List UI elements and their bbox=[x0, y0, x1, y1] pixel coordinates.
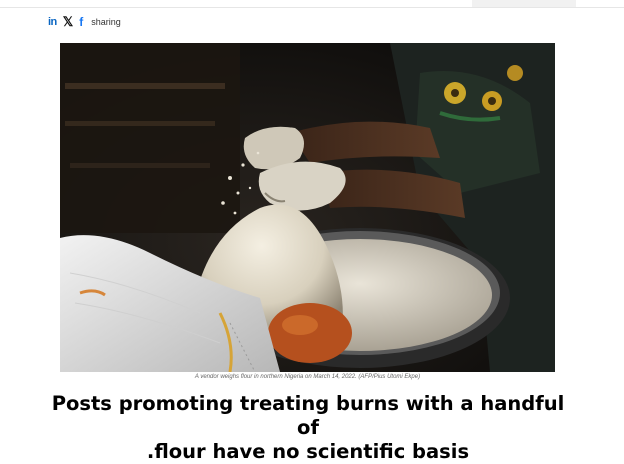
article-photo bbox=[60, 43, 555, 372]
top-divider bbox=[0, 7, 624, 8]
x-icon[interactable]: 𝕏 bbox=[63, 14, 73, 29]
article-meta bbox=[128, 450, 508, 455]
photo-caption: A vendor weighs flour in northern Nigeri… bbox=[194, 374, 421, 380]
top-tab[interactable] bbox=[472, 0, 576, 7]
share-bar: in 𝕏 f sharing bbox=[48, 14, 121, 30]
share-label: sharing bbox=[91, 17, 121, 27]
facebook-icon[interactable]: f bbox=[79, 15, 83, 29]
headline-line-1: Posts promoting treating burns with a ha… bbox=[51, 392, 565, 439]
linkedin-icon[interactable]: in bbox=[48, 15, 57, 29]
